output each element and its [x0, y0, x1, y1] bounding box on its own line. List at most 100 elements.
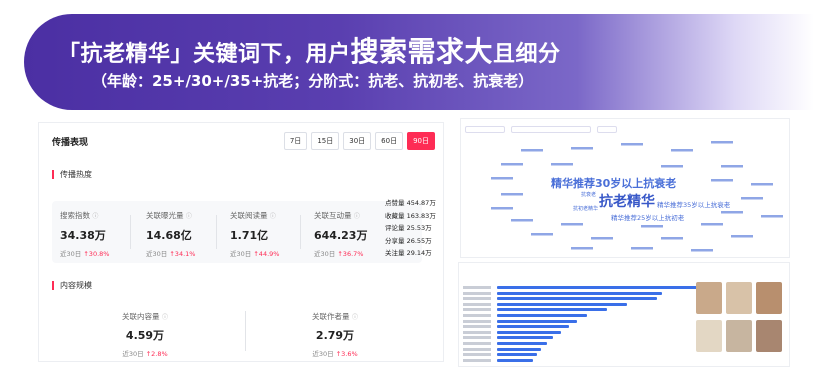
minor-word	[691, 249, 713, 252]
ranking-row	[463, 347, 541, 352]
word-cloud-panel: 精华推荐30岁以上抗衰老 抗老精华 精华推荐35岁以上抗衰老 精华推荐25岁以上…	[460, 118, 790, 258]
thumbnail[interactable]	[696, 282, 722, 314]
ranking-row	[463, 313, 587, 318]
minor-word	[631, 247, 653, 250]
minor-word	[671, 149, 693, 152]
stat-likes: 点赞量 454.87万	[385, 199, 436, 207]
ranking-row	[463, 324, 569, 329]
metric-change: ↑30.8%	[83, 250, 110, 258]
ranking-row	[463, 335, 553, 340]
minor-word	[501, 163, 523, 166]
ranking-row	[463, 358, 533, 363]
divider	[130, 215, 131, 249]
ranking-row	[463, 285, 697, 290]
minor-word	[641, 225, 663, 228]
minor-word	[491, 207, 513, 210]
metric-search-index: 搜索指数 ⓘ 34.38万 近30日 ↑30.8%	[60, 210, 109, 258]
ranking-bar	[497, 330, 561, 334]
info-icon[interactable]: ⓘ	[92, 213, 98, 220]
metric-change-prefix: 近30日	[60, 250, 82, 258]
thumbnail[interactable]	[756, 282, 782, 314]
ranking-label	[463, 314, 491, 317]
headline-part1: 「抗老精华」关键词下，用户	[58, 42, 351, 67]
ranking-bar	[497, 308, 607, 312]
info-icon[interactable]: ⓘ	[354, 213, 360, 220]
minor-word	[591, 237, 613, 240]
ranking-bar	[497, 358, 533, 362]
period-30d[interactable]: 30日	[343, 132, 372, 150]
ranking-row	[463, 330, 561, 335]
ranking-bar	[497, 353, 537, 357]
thumbnail[interactable]	[696, 320, 722, 352]
ranking-row	[463, 291, 662, 296]
metric-change: ↑44.9%	[253, 250, 280, 258]
stat-follows: 关注量 29.14万	[385, 249, 432, 257]
ranking-label	[463, 297, 491, 301]
thumbnail[interactable]	[726, 282, 752, 314]
info-icon[interactable]: ⓘ	[162, 314, 168, 321]
metric-reads: 关联阅读量 ⓘ 1.71亿 近30日 ↑44.9%	[230, 210, 279, 258]
ranking-bar	[497, 336, 553, 340]
minor-word	[571, 247, 593, 250]
thumbnail[interactable]	[756, 320, 782, 352]
info-icon[interactable]: ⓘ	[186, 213, 192, 220]
minor-word	[721, 165, 743, 168]
minor-word	[491, 177, 513, 180]
metric-label: 关联阅读量	[230, 211, 268, 220]
minor-word	[621, 143, 643, 146]
scale-value: 4.59万	[125, 329, 165, 342]
ranking-bar	[497, 319, 577, 323]
minor-word	[711, 141, 733, 144]
minor-word	[561, 223, 583, 226]
period-60d[interactable]: 60日	[375, 132, 404, 150]
ranking-row	[463, 319, 577, 324]
thumbnail[interactable]	[726, 320, 752, 352]
minor-word	[571, 147, 593, 150]
metric-value: 1.71亿	[230, 229, 269, 242]
ranking-label	[463, 336, 491, 340]
ranking-bar	[497, 297, 657, 301]
info-icon[interactable]: ⓘ	[270, 213, 276, 220]
heat-section-label: 传播热度	[52, 170, 92, 179]
minor-word	[511, 219, 533, 222]
minor-word	[531, 233, 553, 236]
metric-change-prefix: 近30日	[146, 250, 168, 258]
divider	[300, 215, 301, 249]
metric-change: ↑34.1%	[169, 250, 196, 258]
ranking-label	[463, 308, 491, 312]
minor-word	[521, 149, 543, 152]
ranking-label	[463, 325, 491, 329]
ranking-bar	[497, 342, 547, 345]
minor-word	[701, 223, 723, 226]
scale-value: 2.79万	[315, 329, 355, 342]
minor-word	[661, 237, 683, 240]
ranking-label	[463, 347, 491, 351]
stat-comments: 评论量 25.53万	[385, 224, 432, 232]
banner-headline: 「抗老精华」关键词下，用户搜索需求大且细分	[58, 30, 561, 70]
content-thumbnails	[696, 282, 788, 354]
metric-value: 14.68亿	[146, 229, 192, 242]
headline-emphasis: 搜索需求大	[350, 35, 494, 68]
banner-subline: （年龄：25+/30+/35+抗老；分阶式：抗老、抗初老、抗衰老）	[92, 72, 534, 90]
minor-word	[711, 179, 733, 182]
ranking-bar	[497, 286, 697, 289]
ranking-label	[463, 319, 491, 323]
ranking-label	[463, 342, 491, 345]
scale-section-label: 内容规模	[52, 281, 92, 290]
minor-word	[741, 197, 763, 200]
metric-value: 644.23万	[314, 229, 368, 242]
divider	[216, 215, 217, 249]
metric-exposure: 关联曝光量 ⓘ 14.68亿 近30日 ↑34.1%	[146, 210, 195, 258]
metrics-box: 搜索指数 ⓘ 34.38万 近30日 ↑30.8% 关联曝光量 ⓘ 14.68亿…	[52, 201, 422, 263]
period-90d[interactable]: 90日	[407, 132, 435, 150]
ranking-row	[463, 296, 657, 301]
spread-performance-panel: 传播表现 7日 15日 30日 60日 90日 传播热度 搜索指数 ⓘ 34.3…	[38, 122, 444, 362]
info-icon[interactable]: ⓘ	[352, 314, 358, 321]
minor-word	[731, 235, 753, 238]
metric-interactions: 关联互动量 ⓘ 644.23万 近30日 ↑36.7%	[314, 210, 367, 258]
ranking-label	[463, 291, 491, 295]
wordcloud-minor-words	[491, 141, 783, 252]
period-15d[interactable]: 15日	[311, 132, 340, 150]
period-7d[interactable]: 7日	[283, 132, 308, 150]
interaction-breakdown: 点赞量 454.87万 收藏量 163.83万 评论量 25.53万 分享量 2…	[385, 197, 436, 260]
